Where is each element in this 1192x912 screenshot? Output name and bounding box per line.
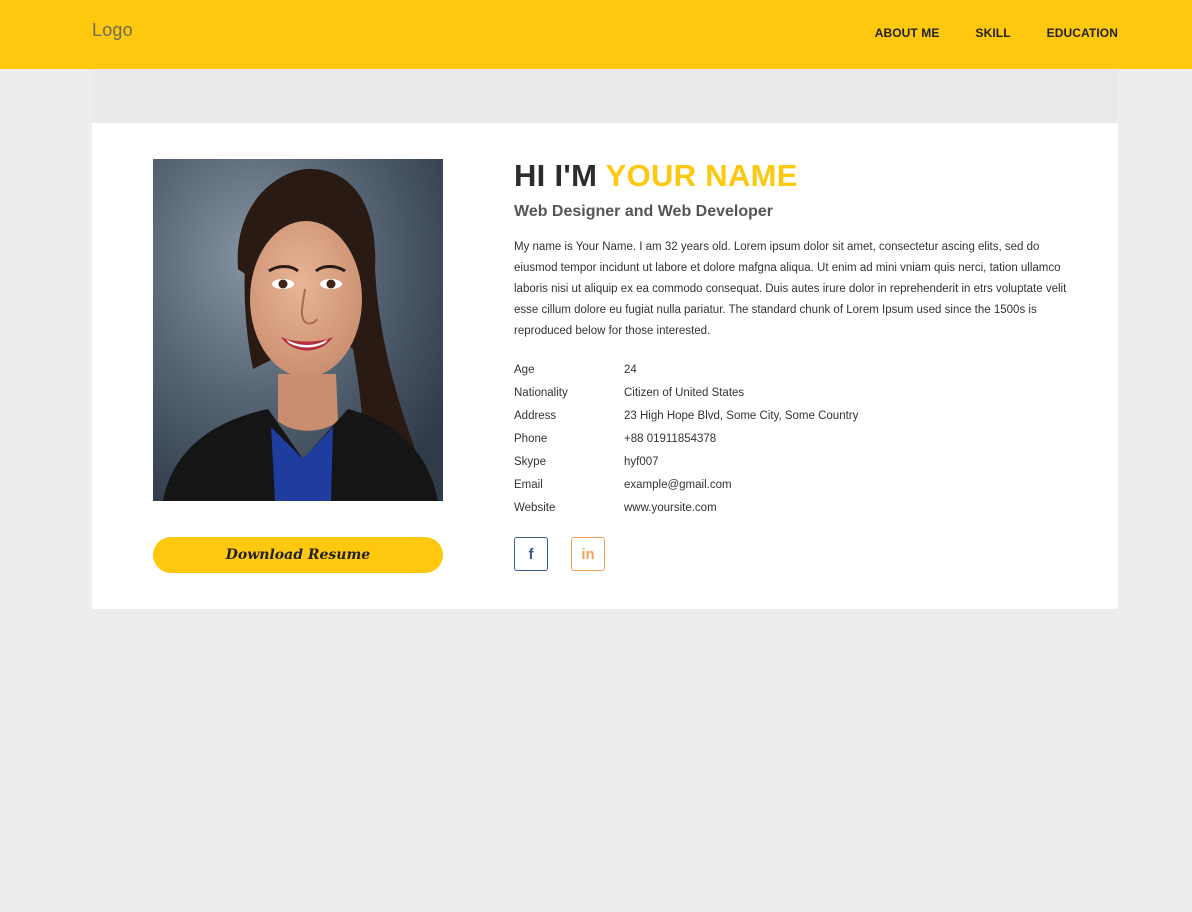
detail-row-skype: Skype hyf007 (514, 450, 858, 473)
nav-item-about-me[interactable]: ABOUT ME (875, 26, 940, 40)
detail-label: Age (514, 363, 535, 376)
detail-value: +88 01911854378 (624, 432, 717, 445)
profile-content: HI I'M YOUR NAME Web Designer and Web De… (514, 157, 1074, 519)
detail-value: 24 (624, 363, 637, 376)
logo[interactable]: Logo (92, 20, 133, 41)
social-links: f in (514, 537, 628, 571)
detail-value: www.yoursite.com (624, 501, 717, 514)
detail-row-email: Email example@gmail.com (514, 473, 858, 496)
detail-row-website: Website www.yoursite.com (514, 496, 858, 519)
detail-value: Citizen of United States (624, 386, 745, 399)
linkedin-icon[interactable]: in (571, 537, 605, 571)
detail-row-age: Age 24 (514, 358, 858, 381)
detail-value: hyf007 (624, 455, 659, 468)
facebook-icon[interactable]: f (514, 537, 548, 571)
detail-label: Email (514, 478, 543, 491)
details-table: Age 24 Nationality Citizen of United Sta… (514, 358, 858, 519)
profile-card: Download Resume HI I'M YOUR NAME Web Des… (92, 123, 1118, 609)
download-resume-button[interactable]: Download Resume (153, 537, 443, 573)
bio-paragraph: My name is Your Name. I am 32 years old.… (514, 241, 1067, 337)
detail-label: Address (514, 409, 557, 422)
profile-photo (153, 159, 443, 501)
page-title: HI I'M YOUR NAME (514, 157, 1074, 195)
detail-row-phone: Phone +88 01911854378 (514, 427, 858, 450)
detail-value: 23 High Hope Blvd, Some City, Some Count… (624, 409, 859, 422)
portrait-illustration (153, 159, 443, 501)
detail-row-address: Address 23 High Hope Blvd, Some City, So… (514, 404, 858, 427)
greeting-text: HI I'M (514, 158, 598, 193)
main-nav: ABOUT ME SKILL EDUCATION (839, 26, 1118, 40)
job-title: Web Designer and Web Developer (514, 203, 774, 220)
detail-label: Phone (514, 432, 548, 445)
nav-item-skill[interactable]: SKILL (975, 26, 1010, 40)
detail-label: Nationality (514, 386, 568, 399)
header-spacer (92, 69, 1118, 123)
top-navbar: Logo ABOUT ME SKILL EDUCATION (0, 0, 1192, 69)
detail-label: Skype (514, 455, 546, 468)
detail-value: example@gmail.com (624, 478, 732, 491)
name-text: YOUR NAME (605, 158, 798, 193)
detail-row-nationality: Nationality Citizen of United States (514, 381, 858, 404)
nav-item-education[interactable]: EDUCATION (1047, 26, 1118, 40)
detail-label: Website (514, 501, 556, 514)
